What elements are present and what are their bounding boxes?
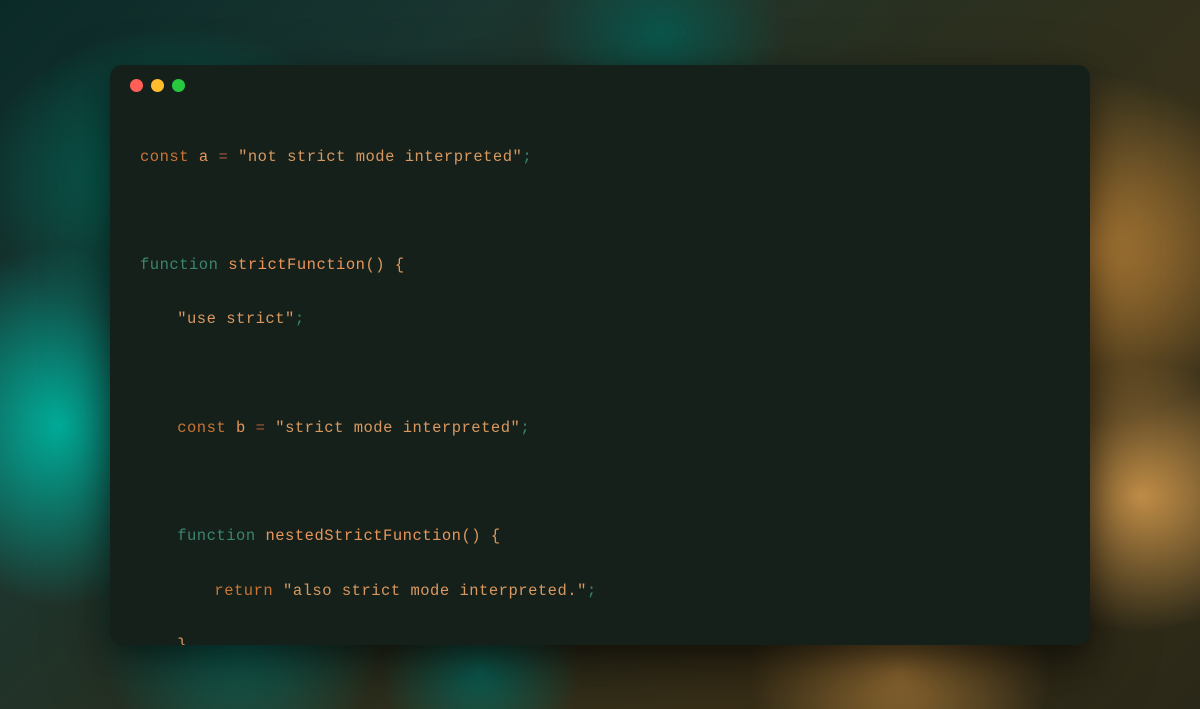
keyword-function: function	[140, 256, 218, 274]
operator-equals: =	[218, 148, 228, 166]
paren-open: (	[461, 527, 471, 545]
string-literal: "also strict mode interpreted."	[283, 582, 587, 600]
close-button[interactable]	[130, 79, 143, 92]
keyword-return: return	[214, 582, 273, 600]
semicolon: ;	[587, 582, 597, 600]
variable-a: a	[199, 148, 209, 166]
brace-close: }	[177, 636, 187, 645]
variable-b: b	[236, 419, 246, 437]
paren-open: (	[365, 256, 375, 274]
code-line-empty	[140, 469, 1060, 496]
code-line: return "also strict mode interpreted.";	[140, 578, 1060, 605]
semicolon: ;	[295, 310, 305, 328]
code-line: const b = "strict mode interpreted";	[140, 415, 1060, 442]
keyword-const: const	[177, 419, 226, 437]
function-name: nestedStrictFunction	[265, 527, 461, 545]
code-line: }	[140, 632, 1060, 645]
code-window: const a = "not strict mode interpreted";…	[110, 65, 1090, 645]
keyword-function: function	[177, 527, 255, 545]
function-name: strictFunction	[228, 256, 365, 274]
string-literal: "strict mode interpreted"	[275, 419, 520, 437]
code-editor[interactable]: const a = "not strict mode interpreted";…	[110, 107, 1090, 645]
maximize-button[interactable]	[172, 79, 185, 92]
paren-close: )	[375, 256, 385, 274]
brace-open: {	[491, 527, 501, 545]
operator-equals: =	[256, 419, 266, 437]
code-line: function strictFunction() {	[140, 252, 1060, 279]
keyword-const: const	[140, 148, 189, 166]
string-literal: "use strict"	[177, 310, 295, 328]
code-line-empty	[140, 198, 1060, 225]
code-line: function nestedStrictFunction() {	[140, 523, 1060, 550]
paren-close: )	[471, 527, 481, 545]
semicolon: ;	[522, 148, 532, 166]
brace-open: {	[395, 256, 405, 274]
titlebar	[110, 65, 1090, 107]
code-line-empty	[140, 361, 1060, 388]
code-line: const a = "not strict mode interpreted";	[140, 144, 1060, 171]
string-literal: "not strict mode interpreted"	[238, 148, 522, 166]
semicolon: ;	[520, 419, 530, 437]
minimize-button[interactable]	[151, 79, 164, 92]
code-line: "use strict";	[140, 306, 1060, 333]
